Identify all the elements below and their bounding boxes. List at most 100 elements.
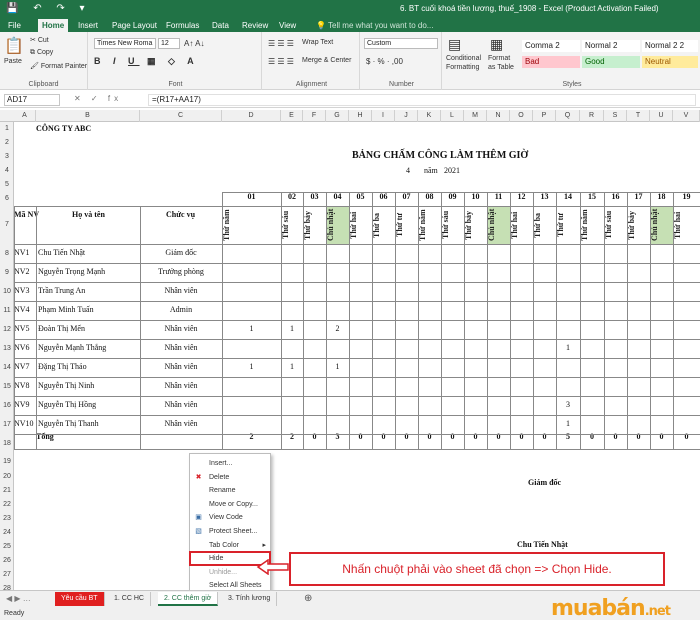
tab-review[interactable]: Review — [238, 19, 272, 32]
tab-page-layout[interactable]: Page Layout — [108, 19, 161, 32]
sheet-tab-2[interactable]: 1. CC HC — [108, 592, 151, 606]
column-header-m[interactable]: M — [464, 110, 487, 122]
column-header-t[interactable]: T — [627, 110, 650, 122]
column-header-a[interactable]: A — [14, 110, 36, 122]
column-header-k[interactable]: K — [418, 110, 441, 122]
row-header-10[interactable]: 10 — [0, 282, 14, 301]
conditional-formatting-button[interactable]: Conditional Formatting — [446, 54, 486, 72]
style-neutral[interactable]: Neutral — [642, 56, 698, 68]
row-header-13[interactable]: 13 — [0, 339, 14, 358]
column-header-b[interactable]: B — [36, 110, 140, 122]
fx-icon[interactable]: ✕ ✓ fx — [74, 94, 122, 103]
row-header-2[interactable]: 2 — [0, 136, 14, 150]
menu-item-rename[interactable]: Rename — [190, 484, 270, 497]
row-header-22[interactable]: 22 — [0, 498, 14, 512]
tab-home[interactable]: Home — [38, 19, 69, 32]
row-header-15[interactable]: 15 — [0, 377, 14, 396]
cut-button[interactable]: ✂ Cut — [30, 36, 49, 44]
paste-icon[interactable]: 📋 — [4, 36, 24, 56]
column-header-p[interactable]: P — [533, 110, 556, 122]
tab-formulas[interactable]: Formulas — [162, 19, 203, 32]
row-header-9[interactable]: 9 — [0, 263, 14, 282]
row-header-25[interactable]: 25 — [0, 540, 14, 554]
column-header-r[interactable]: R — [580, 110, 604, 122]
formula-input[interactable]: =(R17+AA17) — [148, 94, 696, 106]
name-box[interactable]: AD17 — [4, 94, 60, 106]
row-header-7[interactable]: 7 — [0, 206, 14, 244]
style-normal-2-2[interactable]: Normal 2 2 — [642, 40, 698, 52]
quick-access-toolbar[interactable]: 💾 ↶ ↷ ▾ — [6, 3, 91, 14]
menu-item-delete[interactable]: ✖ Delete — [190, 471, 270, 484]
column-header-j[interactable]: J — [395, 110, 418, 122]
style-bad[interactable]: Bad — [522, 56, 580, 68]
menu-item-protect-sheet[interactable]: ▧ Protect Sheet... — [190, 525, 270, 538]
merge-center-button[interactable]: Merge & Center — [302, 57, 351, 64]
menu-item-move-or-copy[interactable]: Move or Copy... — [190, 498, 270, 511]
sheet-nav-arrows-icon[interactable]: ◀ ▶ … — [0, 592, 37, 606]
number-format-icons[interactable]: $ · % · ,00 — [366, 57, 403, 66]
column-header-i[interactable]: I — [372, 110, 395, 122]
row-header-6[interactable]: 6 — [0, 192, 14, 206]
copy-button[interactable]: ⧉ Copy — [30, 49, 53, 57]
paste-button[interactable]: Paste — [4, 58, 22, 65]
conditional-formatting-icon[interactable]: ▤ — [448, 36, 461, 53]
number-format-box[interactable]: Custom — [364, 38, 438, 49]
column-header-l[interactable]: L — [441, 110, 464, 122]
wrap-text-button[interactable]: Wrap Text — [302, 39, 333, 46]
bold-italic-underline-buttons[interactable]: B I U ▦ ◇ A — [94, 56, 199, 67]
worksheet-grid[interactable]: CÔNG TY ABC BẢNG CHẤM CÔNG LÀM THÊM GIỜ … — [14, 122, 700, 590]
menu-item-insert[interactable]: Insert... — [190, 457, 270, 470]
row-header-1[interactable]: 1 — [0, 122, 14, 136]
column-header-f[interactable]: F — [303, 110, 326, 122]
row-header-19[interactable]: 19 — [0, 453, 14, 470]
column-header-d[interactable]: D — [222, 110, 281, 122]
row-header-8[interactable]: 8 — [0, 244, 14, 263]
column-header-q[interactable]: Q — [556, 110, 580, 122]
column-header-e[interactable]: E — [281, 110, 303, 122]
sheet-tab-3[interactable]: 2. CC thêm giờ — [158, 592, 219, 606]
row-header-4[interactable]: 4 — [0, 164, 14, 178]
row-header-14[interactable]: 14 — [0, 358, 14, 377]
column-header-s[interactable]: S — [604, 110, 627, 122]
row-header-26[interactable]: 26 — [0, 554, 14, 568]
row-header-27[interactable]: 27 — [0, 568, 14, 582]
font-name-box[interactable]: Times New Roma — [94, 38, 156, 49]
column-header-h[interactable]: H — [349, 110, 372, 122]
style-comma-2[interactable]: Comma 2 — [522, 40, 580, 52]
tab-insert[interactable]: Insert — [74, 19, 102, 32]
column-header-g[interactable]: G — [326, 110, 349, 122]
column-header-o[interactable]: O — [510, 110, 533, 122]
row-header-3[interactable]: 3 — [0, 150, 14, 164]
format-as-table-button[interactable]: Format as Table — [488, 54, 518, 72]
row-header-23[interactable]: 23 — [0, 512, 14, 526]
halign-icons[interactable]: ☰ ☰ ☰ — [268, 57, 294, 66]
format-painter-button[interactable]: 🖌 Format Painter — [30, 62, 87, 70]
column-header-n[interactable]: N — [487, 110, 510, 122]
column-header-c[interactable]: C — [140, 110, 222, 122]
row-header-17[interactable]: 17 — [0, 415, 14, 434]
style-normal-2[interactable]: Normal 2 — [582, 40, 640, 52]
row-header-20[interactable]: 20 — [0, 470, 14, 484]
tab-file[interactable]: File — [4, 19, 25, 32]
align-icons[interactable]: ☰ ☰ ☰ — [268, 39, 294, 48]
row-header-21[interactable]: 21 — [0, 484, 14, 498]
font-size-box[interactable]: 12 — [158, 38, 180, 49]
row-header-12[interactable]: 12 — [0, 320, 14, 339]
menu-item-tab-color[interactable]: Tab Color ▸ — [190, 539, 270, 552]
format-as-table-icon[interactable]: ▦ — [490, 36, 503, 53]
tell-me-box[interactable]: 💡 Tell me what you want to do... — [312, 19, 437, 32]
column-header-v[interactable]: V — [673, 110, 700, 122]
row-header-11[interactable]: 11 — [0, 301, 14, 320]
sheet-tab-1[interactable]: Yêu cầu BT — [55, 592, 105, 606]
tab-data[interactable]: Data — [208, 19, 233, 32]
row-header-5[interactable]: 5 — [0, 178, 14, 192]
grow-font-icon[interactable]: A↑ A↓ — [184, 39, 204, 48]
row-header-24[interactable]: 24 — [0, 526, 14, 540]
menu-item-view-code[interactable]: ▣ View Code — [190, 511, 270, 524]
tab-view[interactable]: View — [275, 19, 300, 32]
column-header-u[interactable]: U — [650, 110, 673, 122]
style-good[interactable]: Good — [582, 56, 640, 68]
row-header-16[interactable]: 16 — [0, 396, 14, 415]
add-sheet-icon[interactable]: ⊕ — [298, 592, 318, 606]
sheet-tab-4[interactable]: 3. Tính lương — [222, 592, 278, 606]
